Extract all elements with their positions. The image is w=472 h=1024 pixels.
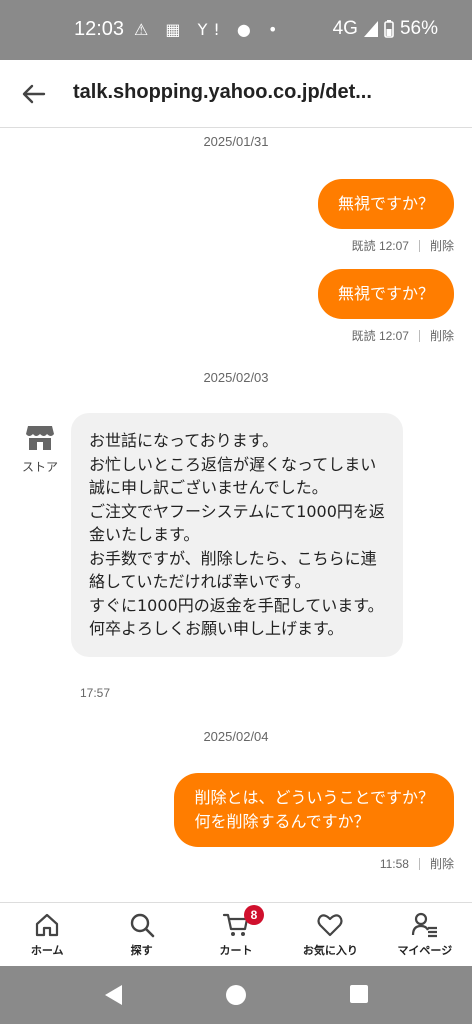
message-bubble-out[interactable]: 無視ですか？ [317, 179, 454, 229]
message-time: 12:07 [378, 328, 409, 343]
page-url: talk.shopping.yahoo.co.jp/det... [73, 81, 372, 103]
home-circle-icon[interactable] [224, 983, 248, 1007]
battery-percent: 56% [399, 18, 438, 39]
nav-home[interactable]: ホーム [0, 903, 94, 966]
date-separator: 2025/02/04 [203, 729, 269, 744]
user-icon [411, 912, 437, 938]
message-bubble-out[interactable]: 削除とは、どういうことですか？ 何を削除するんですか？ [174, 773, 454, 847]
nav-cart[interactable]: 8 カート [189, 903, 283, 966]
recents-square-icon[interactable] [349, 983, 369, 1005]
nav-favorites[interactable]: お気に入り [283, 903, 377, 966]
signal-icon [363, 21, 378, 37]
home-icon [36, 913, 59, 937]
status-bar: 12:03 ⚠ ▦ Y! ● • 4G 56% [0, 0, 472, 60]
store-icon [26, 426, 54, 450]
nav-favorites-label: お気に入り [302, 944, 358, 957]
app-bar: talk.shopping.yahoo.co.jp/det... [0, 60, 472, 128]
arrow-left-icon[interactable] [18, 78, 50, 110]
date-separator: 2025/02/03 [203, 370, 269, 385]
store-label: ストア [21, 460, 58, 474]
bottom-nav: ホーム 探す 8 カート お気に入り マイページ [0, 902, 472, 966]
cart-badge: 8 [244, 905, 265, 925]
system-nav-bar [0, 966, 472, 1024]
message-time: 11:58 [379, 856, 409, 871]
read-status: 既読 [351, 329, 376, 343]
heart-icon [317, 914, 344, 937]
message-meta: 既読 12:07 削除 [352, 327, 454, 344]
status-right: 4G 56% [333, 18, 438, 40]
search-icon [130, 913, 154, 938]
back-triangle-icon[interactable] [102, 983, 124, 1007]
nav-home-label: ホーム [30, 944, 64, 957]
status-time: 12:03 [74, 18, 125, 40]
message-meta: 11:58 削除 [380, 855, 454, 872]
battery-icon [384, 20, 394, 38]
notification-icons: ⚠ ▦ Y! ● • [134, 20, 284, 39]
message-bubble-in[interactable]: お世話になっております。 お忙しいところ返信が遅くなってしまい誠に申し訳ございま… [71, 413, 403, 657]
delete-link[interactable]: 削除 [430, 237, 454, 254]
date-separator: 2025/01/31 [203, 134, 269, 149]
network-label: 4G [332, 18, 358, 39]
message-time: 17:57 [80, 686, 111, 700]
message-meta: 既読 12:07 削除 [352, 237, 454, 254]
message-time: 12:07 [378, 238, 409, 253]
delete-link[interactable]: 削除 [430, 327, 454, 344]
nav-mypage-label: マイページ [397, 944, 453, 957]
nav-search[interactable]: 探す [94, 903, 188, 966]
delete-link[interactable]: 削除 [430, 855, 454, 872]
nav-mypage[interactable]: マイページ [378, 903, 472, 966]
nav-search-label: 探す [130, 944, 153, 957]
chat-area[interactable]: 2025/01/31 無視ですか？ 既読 12:07 削除 無視ですか？ 既読 … [0, 128, 472, 902]
read-status: 既読 [351, 239, 376, 253]
nav-cart-label: カート [219, 944, 253, 957]
store-avatar[interactable]: ストア [18, 424, 62, 475]
message-bubble-out[interactable]: 無視ですか？ [317, 269, 454, 319]
